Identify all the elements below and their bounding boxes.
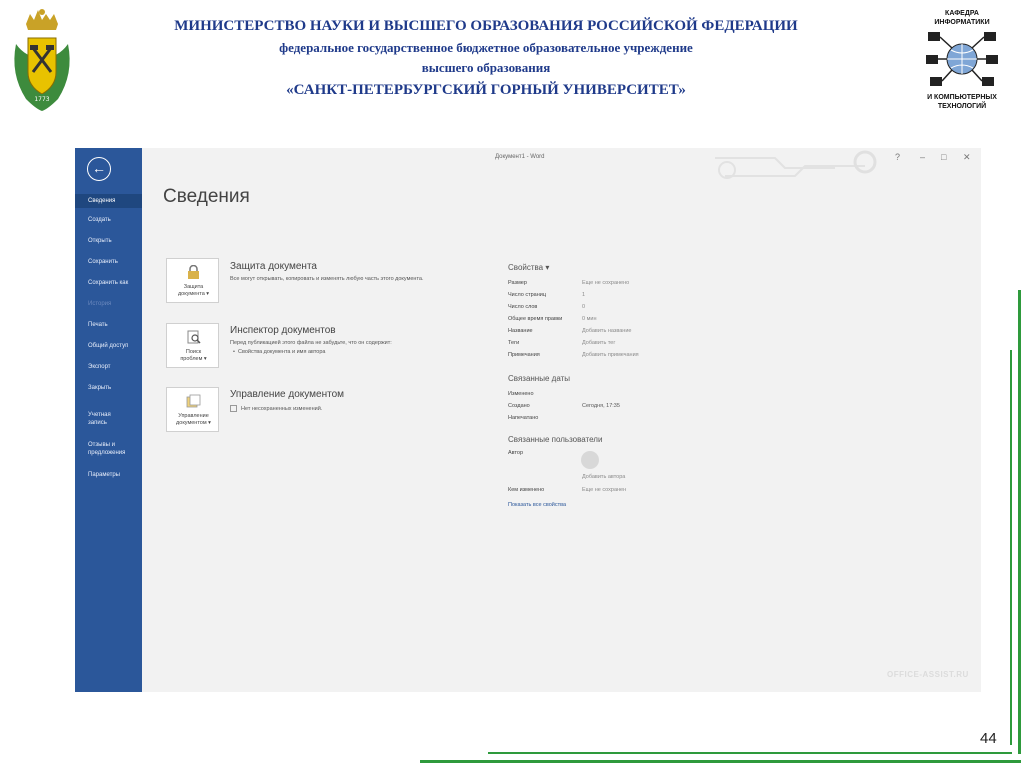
watermark-circuit-icon <box>715 150 877 179</box>
frame-line-right-outer <box>1018 290 1021 754</box>
frame-line-bottom-outer <box>420 760 1021 763</box>
date-value: Сегодня, 17:35 <box>582 403 620 409</box>
related-dates-heading: Связанные даты <box>508 374 570 383</box>
property-value: 0 <box>582 304 586 310</box>
page-title: Сведения <box>163 186 250 207</box>
network-globe-icon <box>926 32 998 86</box>
property-name: Примечания <box>508 352 540 358</box>
property-name: Общее время правки <box>508 316 563 322</box>
header-university-name: «САНКТ-ПЕТЕРБУРГСКИЙ ГОРНЫЙ УНИВЕРСИТЕТ» <box>286 82 686 98</box>
department-logo: КАФЕДРА ИНФОРМАТИКИ И КОМПЬЮТЕРНЫХ ТЕХНО… <box>912 4 1012 116</box>
help-icon[interactable]: ? <box>895 152 900 162</box>
inspect-document-title: Инспектор документов <box>230 325 336 336</box>
property-name: Название <box>508 328 533 334</box>
property-value[interactable]: Добавить название <box>582 328 631 334</box>
property-value[interactable]: Добавить тег <box>582 340 615 346</box>
modified-by-value: Еще не сохранен <box>582 487 627 493</box>
modified-by-label: Кем изменено <box>508 487 545 493</box>
protect-document-button[interactable]: Защита документа ▾ <box>166 258 219 303</box>
property-value: 0 мин <box>582 316 597 322</box>
header-education-level: высшего образования <box>421 60 551 75</box>
watermark-text: OFFICE-ASSIST.RU <box>887 670 969 679</box>
nav-item[interactable]: Параметры <box>75 471 142 479</box>
protect-document-desc: Все могут открывать, копировать и изменя… <box>230 276 424 282</box>
check-for-issues-button[interactable]: Поиск проблем ▾ <box>166 323 219 368</box>
backstage-sidebar: ← Сведения Создать Открыть Сохранить Сохрани… <box>75 148 142 692</box>
check-for-issues-label: Поиск проблем ▾ <box>180 349 207 362</box>
university-crest-icon: 1773 <box>14 9 70 111</box>
nav-item[interactable]: Сохранить <box>75 258 142 266</box>
date-name: Создано <box>508 403 530 409</box>
add-author-link[interactable]: Добавить автора <box>582 474 625 480</box>
nav-item[interactable]: Открыть <box>75 237 142 245</box>
manage-document-label: Управление документом ▾ <box>176 413 211 426</box>
inspect-document-bullet: • Свойства документа и имя автора <box>233 349 326 355</box>
nav-item[interactable]: Печать <box>75 321 142 329</box>
manage-document-desc: Нет несохраненных изменений. <box>230 405 322 412</box>
nav-item[interactable]: Учетная запись <box>75 411 142 427</box>
nav-item: История <box>88 301 112 307</box>
property-name: Число страниц <box>508 292 546 298</box>
close-icon[interactable]: ✕ <box>963 152 971 163</box>
frame-line-bottom-inner <box>488 752 1012 754</box>
nav-item[interactable]: Общий доступ <box>75 342 142 350</box>
properties-heading[interactable]: Свойства ▾ <box>508 263 549 272</box>
header-institution-type: федеральное государственное бюджетное об… <box>279 40 693 55</box>
nav-item[interactable]: Создать <box>75 216 142 224</box>
property-value[interactable]: Добавить примечания <box>582 352 639 358</box>
date-name: Изменено <box>508 391 534 397</box>
word-window: ← Сведения Создать Открыть Сохранить Сохрани… <box>75 148 981 692</box>
inspect-icon <box>187 330 201 344</box>
window-title: Документ1 - Word <box>495 154 545 160</box>
nav-item[interactable]: Экспорт <box>75 363 142 371</box>
nav-item[interactable]: Сведения <box>75 194 142 208</box>
minimize-icon[interactable]: – <box>920 152 925 162</box>
maximize-icon[interactable]: □ <box>941 152 946 162</box>
manage-document-title: Управление документом <box>230 389 345 400</box>
manage-icon <box>186 394 201 408</box>
property-value: Еще не сохранено <box>582 280 630 286</box>
frame-line-right-inner <box>1010 350 1012 745</box>
crest-year: 1773 <box>34 96 49 103</box>
nav-item[interactable]: Закрыть <box>75 384 142 392</box>
manage-document-button[interactable]: Управление документом ▾ <box>166 387 219 432</box>
date-name: Напечатано <box>508 415 539 421</box>
author-avatar <box>581 451 599 469</box>
department-label-top: КАФЕДРА <box>945 10 979 17</box>
property-value: 1 <box>582 292 586 298</box>
nav-item[interactable]: Сохранить как <box>75 279 142 287</box>
property-name: Теги <box>508 340 520 346</box>
property-name: Число слов <box>508 304 538 310</box>
protect-document-label: Защита документа ▾ <box>177 284 210 297</box>
author-label: Автор <box>508 450 524 456</box>
department-label-top2: ИНФОРМАТИКИ <box>934 19 990 26</box>
back-arrow-icon[interactable]: ← <box>87 157 111 181</box>
inspect-document-desc: Перед публикацией этого файла не забудьт… <box>230 340 392 346</box>
related-people-heading: Связанные пользователи <box>508 435 603 444</box>
nav-item[interactable]: Отзывы и предложения <box>75 441 142 457</box>
show-all-properties-link[interactable]: Показать все свойства <box>508 502 566 508</box>
protect-document-title: Защита документа <box>230 261 317 272</box>
department-label-bottom: И КОМПЬЮТЕРНЫХ <box>927 94 997 101</box>
property-name: Размер <box>508 280 527 286</box>
header-ministry: МИНИСТЕРСТВО НАУКИ И ВЫСШЕГО ОБРАЗОВАНИЯ… <box>174 18 798 34</box>
department-label-bottom2: ТЕХНОЛОГИЙ <box>937 103 987 110</box>
lock-icon <box>188 265 199 279</box>
slide-number: 44 <box>980 730 997 747</box>
